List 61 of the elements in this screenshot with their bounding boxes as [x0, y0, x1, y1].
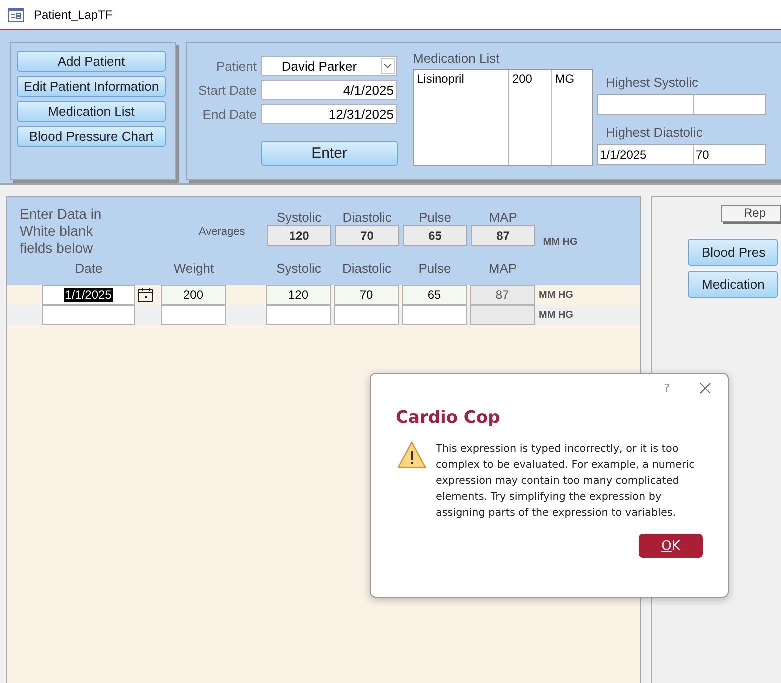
list-cell-text: MG [555, 72, 576, 86]
column-header: Diastolic [341, 261, 393, 276]
column-header: MAP [489, 210, 518, 225]
nav-button[interactable]: Add Patient [17, 51, 166, 72]
column-header: Pulse [418, 261, 452, 276]
diastolic-field[interactable]: 70 [334, 285, 399, 305]
report-button[interactable]: Medication [688, 271, 778, 298]
average-value: 120 [267, 225, 332, 246]
field-label: Start Date [197, 82, 257, 98]
form-icon [8, 8, 24, 22]
enter-button[interactable]: Enter [261, 141, 398, 166]
unit-label: MM HG [539, 290, 574, 300]
map-field: 87 [470, 285, 535, 305]
nav-button[interactable]: Medication List [17, 101, 166, 122]
patient-dropdown[interactable]: David Parker [261, 56, 397, 76]
pulse-field[interactable] [402, 305, 467, 325]
dialog-title: Cardio Cop [396, 408, 502, 428]
section-label: Highest Diastolic [606, 125, 704, 140]
error-message: This expression is typed incorrectly, or it is too complex to be evaluated. For example, a numeric expression may contain too many complicated elements. Try simplifying the expression by assigning parts of the expression to variables. [436, 442, 696, 521]
column-header: Systolic [276, 210, 322, 225]
end-date-field[interactable]: 12/31/2025 [261, 104, 397, 124]
calendar-icon[interactable] [138, 287, 154, 303]
ok-button[interactable]: OK [639, 534, 703, 558]
average-value: 87 [471, 225, 536, 246]
field-label: Patient [216, 58, 257, 74]
list-cell-text: Lisinopril [417, 72, 466, 86]
medication-list[interactable]: Lisinopril 200 MG [413, 69, 593, 166]
weight-field[interactable]: 200 [161, 285, 226, 305]
weight-field[interactable] [161, 305, 226, 325]
nav-button[interactable]: Edit Patient Information [17, 76, 166, 97]
average-value: 70 [335, 225, 400, 246]
reports-heading: Rep [721, 205, 781, 222]
field-label: End Date [202, 106, 257, 122]
warning-icon [397, 441, 427, 469]
start-date-field[interactable]: 4/1/2025 [261, 80, 397, 100]
column-header: MAP [488, 261, 518, 276]
diastolic-field[interactable] [334, 305, 399, 325]
report-button[interactable]: Blood Pres [688, 239, 778, 266]
nav-button[interactable]: Blood Pressure Chart [17, 126, 166, 147]
systolic-field[interactable]: 120 [266, 285, 331, 305]
column-header: Date [74, 261, 104, 276]
help-button[interactable]: ? [664, 382, 670, 395]
window-title: Patient_LapTF [34, 8, 113, 22]
date-field[interactable]: 1/1/2025 [42, 285, 135, 305]
chevron-down-icon[interactable] [381, 58, 395, 74]
section-label: Highest Systolic [606, 75, 700, 90]
unit-label: MM HG [543, 237, 578, 248]
pulse-field[interactable]: 65 [402, 285, 467, 305]
systolic-field[interactable] [266, 305, 331, 325]
column-header: Weight [172, 261, 216, 276]
section-label: Medication List [413, 51, 501, 66]
instructions-text: Enter Data in White blank fields below [20, 206, 103, 257]
averages-label: Averages [199, 226, 246, 238]
list-cell-text: 200 [512, 72, 534, 86]
close-icon[interactable] [700, 383, 711, 394]
unit-label: MM HG [539, 310, 574, 320]
column-header: Diastolic [342, 210, 392, 225]
average-value: 65 [403, 225, 468, 246]
column-header: Systolic [276, 261, 322, 276]
column-header: Pulse [419, 210, 452, 225]
date-field[interactable] [42, 305, 135, 325]
